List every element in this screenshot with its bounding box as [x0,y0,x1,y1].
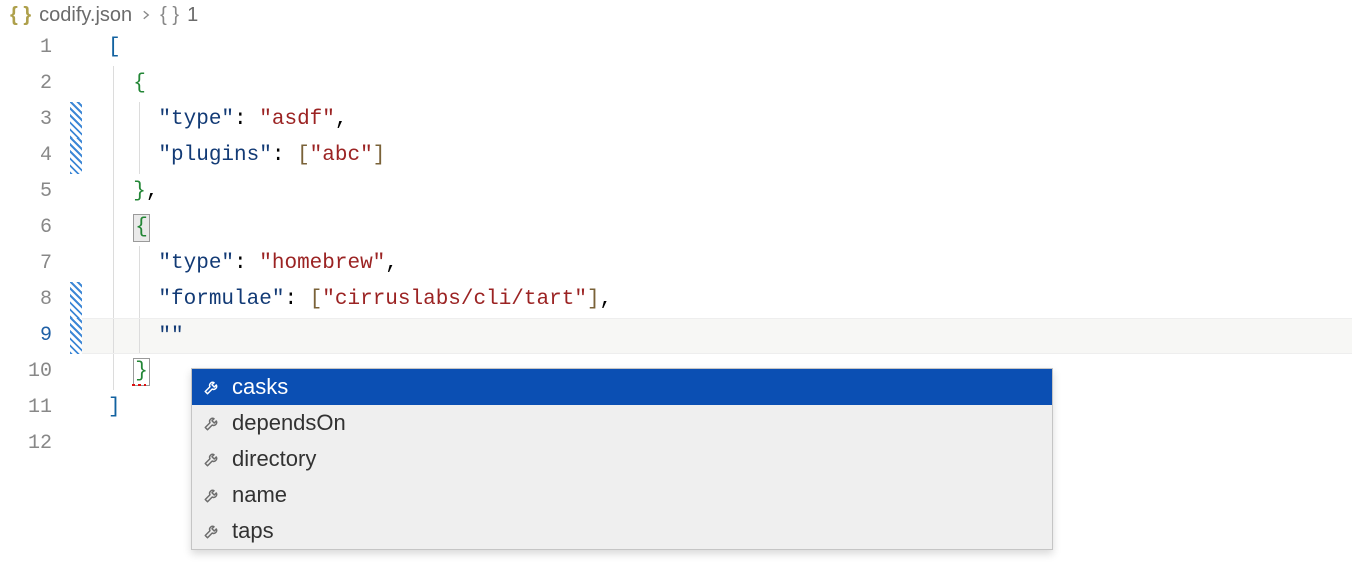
comma: , [335,108,348,131]
colon: : [234,252,259,275]
suggest-widget[interactable]: casks dependsOn directory name taps [191,368,1053,550]
json-object-icon: { } [160,4,179,27]
error-squiggle [132,384,146,386]
suggest-item[interactable]: casks [192,369,1052,405]
json-string: "asdf" [259,108,335,131]
modified-marker [70,282,82,318]
chevron-right-icon [140,4,152,27]
bracket: [ [108,36,121,59]
wrench-icon [202,485,222,505]
code-line[interactable]: "type": "asdf", [82,102,1352,138]
line-number[interactable]: 10 [0,354,52,390]
suggest-label: dependsOn [232,410,346,436]
matched-brace-close: } [133,358,150,386]
line-number[interactable]: 3 [0,102,52,138]
json-string: "homebrew" [259,252,385,275]
line-number-gutter[interactable]: 1 2 3 4 5 6 7 8 9 10 11 12 [0,30,70,462]
comma: , [385,252,398,275]
brace: } [133,180,146,203]
modified-marker [70,138,82,174]
marker-empty [70,66,82,102]
suggest-label: directory [232,446,316,472]
line-number[interactable]: 7 [0,246,52,282]
suggest-item[interactable]: directory [192,441,1052,477]
code-line[interactable]: "plugins": ["abc"] [82,138,1352,174]
json-key: "plugins" [158,144,271,167]
colon: : [234,108,259,131]
bracket: ] [587,288,600,311]
json-key: "type" [158,252,234,275]
suggest-item[interactable]: taps [192,513,1052,549]
wrench-icon [202,521,222,541]
suggest-label: taps [232,518,274,544]
modified-marker-gutter [70,30,82,462]
code-line[interactable]: }, [82,174,1352,210]
bracket: [ [310,288,323,311]
line-number[interactable]: 4 [0,138,52,174]
json-key: "formulae" [158,288,284,311]
code-line[interactable]: { [82,210,1352,246]
line-number[interactable]: 9 [0,318,52,354]
json-string: "cirruslabs/cli/tart" [322,288,587,311]
comma: , [600,288,613,311]
code-line[interactable]: "type": "homebrew", [82,246,1352,282]
marker-empty [70,354,82,390]
breadcrumb[interactable]: { } codify.json { } 1 [0,0,1352,30]
suggest-item[interactable]: dependsOn [192,405,1052,441]
json-key: "type" [158,108,234,131]
code-line[interactable]: "formulae": ["cirruslabs/cli/tart"], [82,282,1352,318]
brace: { [133,72,146,95]
json-string: "" [158,325,183,348]
bracket: ] [108,396,121,419]
code-line-current[interactable]: "" [82,318,1352,354]
comma: , [146,180,159,203]
colon: : [272,144,297,167]
line-number[interactable]: 5 [0,174,52,210]
bracket: ] [373,144,386,167]
colon: : [284,288,309,311]
marker-empty [70,30,82,66]
json-string: "abc" [310,144,373,167]
suggest-label: casks [232,374,288,400]
suggest-label: name [232,482,287,508]
wrench-icon [202,413,222,433]
line-number[interactable]: 12 [0,426,52,462]
marker-empty [70,426,82,462]
line-number[interactable]: 8 [0,282,52,318]
marker-empty [70,246,82,282]
code-line[interactable]: { [82,66,1352,102]
wrench-icon [202,377,222,397]
suggest-item[interactable]: name [192,477,1052,513]
breadcrumb-filename[interactable]: codify.json [39,4,132,27]
code-line[interactable]: [ [82,30,1352,66]
modified-marker [70,318,82,354]
marker-empty [70,174,82,210]
bracket: [ [297,144,310,167]
line-number[interactable]: 2 [0,66,52,102]
breadcrumb-segment[interactable]: 1 [187,4,198,27]
line-number[interactable]: 6 [0,210,52,246]
line-number[interactable]: 1 [0,30,52,66]
line-number[interactable]: 11 [0,390,52,426]
wrench-icon [202,449,222,469]
json-file-icon: { } [10,4,31,27]
modified-marker [70,102,82,138]
matched-brace-open: { [133,214,150,242]
marker-empty [70,210,82,246]
marker-empty [70,390,82,426]
